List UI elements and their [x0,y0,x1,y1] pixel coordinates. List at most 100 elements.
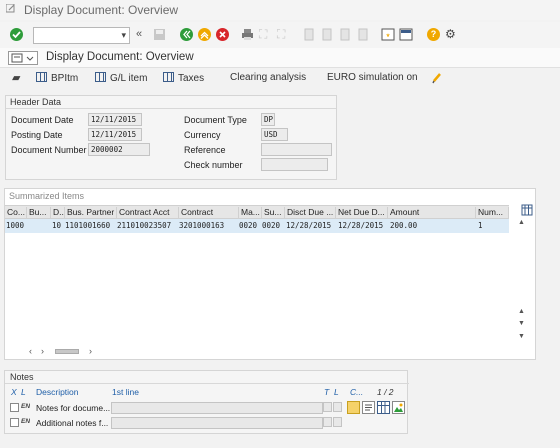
document-date-field[interactable]: 12/11/2015 [88,113,142,126]
language-code: EN [21,403,31,410]
vertical-scrollbar[interactable]: ▲ ▲ ▼ ▼ [517,219,527,345]
note-checkbox[interactable] [10,403,19,412]
column-header[interactable]: Ma... [239,207,262,218]
exit-icon[interactable] [198,28,211,41]
check-number-label: Check number [184,160,243,170]
create-session-icon[interactable] [381,28,395,41]
c-column-header: C... [350,387,364,397]
gl-item-button[interactable]: G/L item [95,72,147,84]
edit-icon[interactable] [431,71,443,87]
summarized-items-group: Summarized Items Co... Bu... D... Bus. P… [4,188,536,360]
print-icon[interactable] [241,28,254,41]
settings-icon[interactable]: ⚙ [445,27,458,41]
scroll-thumb[interactable] [55,349,79,354]
column-header[interactable]: Contract Acct [117,207,179,218]
note-t-cell[interactable] [323,402,332,412]
chevron-down-icon[interactable]: ▾ [121,30,126,41]
column-header[interactable]: Su... [262,207,285,218]
column-header[interactable]: D... [51,207,65,218]
cell-contract-account: 211010023507 [117,221,172,230]
expand-command-icon[interactable]: « [136,28,142,40]
cell-contract: 3201000163 [179,221,225,230]
bpitm-button[interactable]: BPItm [36,72,78,84]
taxes-button[interactable]: Taxes [163,72,204,84]
next-page-icon[interactable] [339,28,352,41]
scroll-right-icon[interactable]: › [41,346,44,356]
column-header[interactable]: Amount [388,207,476,218]
command-field[interactable]: ▾ [33,27,130,44]
note-l-cell[interactable] [333,402,342,412]
note-first-line-field[interactable] [111,417,323,429]
shortcut-icon[interactable] [399,28,413,41]
note-first-line-field[interactable] [111,402,323,414]
column-header[interactable]: Num... [476,207,509,218]
last-page-icon[interactable] [357,28,370,41]
cell-main-transaction: 0020 [239,221,258,230]
save-icon[interactable] [153,28,166,41]
note-description: Additional notes f... [36,418,109,428]
menu-dropdown-icon[interactable] [8,51,38,65]
note-text-icon[interactable] [362,401,375,414]
column-header[interactable]: Net Due D... [336,207,388,218]
screen-title: Display Document: Overview [46,51,194,63]
euro-simulation-button[interactable]: EURO simulation on [327,72,418,83]
x-column-header: X [11,387,17,397]
note-table-icon[interactable] [377,401,390,414]
table-row[interactable]: 1000 10 1101001660 211010023507 32010001… [5,219,509,233]
window-title: Display Document: Overview [24,3,179,17]
first-page-icon[interactable] [303,28,316,41]
bpitm-label: BPItm [51,73,79,84]
reference-field[interactable] [261,143,332,156]
column-header[interactable]: Disct Due ... [285,207,336,218]
clearing-analysis-button[interactable]: Clearing analysis [230,72,306,83]
column-header[interactable]: Contract [179,207,239,218]
scroll-down-icon[interactable]: ▼ [518,333,525,340]
enter-icon[interactable] [10,28,23,41]
scroll-down-icon[interactable]: ▼ [518,320,525,327]
find-next-icon[interactable]: ⛶ [277,27,290,41]
help-icon[interactable]: ? [427,28,440,41]
page-indicator: 1 / 2 [377,387,394,397]
posting-date-field[interactable]: 12/11/2015 [88,128,142,141]
description-column-header: Description [36,387,79,397]
currency-field[interactable]: USD [261,128,288,141]
scroll-up-icon[interactable]: ▲ [518,308,525,315]
note-image-icon[interactable] [392,401,405,414]
t-column-header: T [324,387,330,397]
header-data-title: Header Data [10,97,62,107]
grid-icon [163,72,174,82]
language-code: EN [21,418,31,425]
notes-title: Notes [10,372,34,382]
horizontal-scrollbar[interactable]: ‹ › › [29,346,509,357]
currency-label: Currency [184,130,221,140]
cell-number: 1 [478,221,483,230]
edit-note-icon[interactable] [347,401,360,414]
note-checkbox[interactable] [10,418,19,427]
divider [6,108,336,109]
previous-page-icon[interactable] [321,28,334,41]
document-type-field[interactable]: DP [261,113,275,126]
column-header[interactable]: Bus. Partner [65,207,117,218]
back-icon[interactable] [180,28,193,41]
cancel-icon[interactable] [216,28,229,41]
scroll-right-icon[interactable]: › [89,346,92,356]
menu-icon[interactable] [6,4,16,14]
note-l-cell[interactable] [333,417,342,427]
column-header[interactable]: Bu... [27,207,51,218]
cell-sub-transaction: 0020 [262,221,281,230]
find-icon[interactable]: ⛶ [259,27,272,41]
hat-icon[interactable]: ▰ [12,71,20,84]
check-number-field[interactable] [261,158,328,171]
column-header[interactable]: Co... [5,207,27,218]
screen-header: Display Document: Overview [0,48,560,68]
scroll-up-icon[interactable]: ▲ [518,219,525,226]
note-t-cell[interactable] [323,417,332,427]
first-line-column-header: 1st line [112,387,139,397]
scroll-left-icon[interactable]: ‹ [29,346,32,356]
divider [5,383,409,384]
system-toolbar: ▾ « ⛶ ⛶ ? ⚙ [0,22,560,48]
document-date-label: Document Date [11,115,74,125]
table-header: Co... Bu... D... Bus. Partner Contract A… [5,205,509,219]
document-number-field[interactable]: 2000002 [88,143,150,156]
table-settings-icon[interactable] [521,204,533,216]
